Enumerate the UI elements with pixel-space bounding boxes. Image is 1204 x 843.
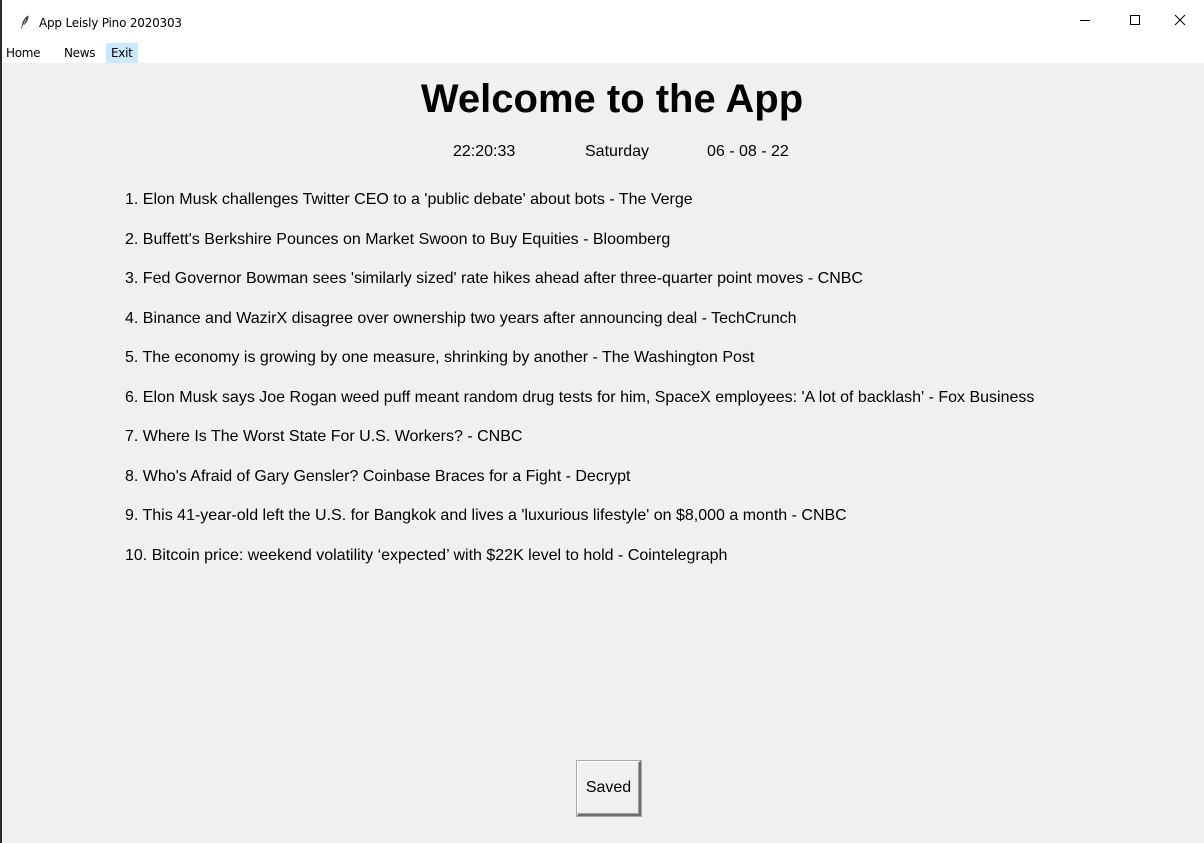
headline-item: 2. Buffett's Berkshire Pounces on Market… [125, 230, 671, 248]
headline-item: 9. This 41-year-old left the U.S. for Ba… [125, 507, 847, 524]
clock-date: 06 - 08 - 22 [707, 143, 789, 160]
headline-item: 3. Fed Governor Bowman sees 'similarly s… [125, 270, 863, 287]
minimize-icon [1079, 13, 1091, 31]
close-icon [1174, 13, 1186, 31]
maximize-icon [1129, 13, 1141, 31]
clock-day: Saturday [585, 143, 650, 160]
menu-item-home[interactable]: Home [2, 43, 44, 63]
headline-item: 6. Elon Musk says Joe Rogan weed puff me… [125, 388, 1035, 406]
page-title: Welcome to the App [420, 77, 804, 121]
menu-bar: Home News Exit [2, 43, 1204, 63]
maximize-button[interactable] [1112, 0, 1158, 44]
headline-item: 5. The economy is growing by one measure… [125, 349, 755, 366]
menu-item-news[interactable]: News [60, 43, 99, 63]
headline-list: 1. Elon Musk challenges Twitter CEO to a… [125, 190, 1034, 585]
headline-item: 7. Where Is The Worst State For U.S. Wor… [125, 428, 523, 445]
main-content: Welcome to the App 22:20:33 Saturday 06 … [2, 63, 1204, 843]
minimize-button[interactable] [1062, 0, 1108, 44]
headline-item: 8. Who's Afraid of Gary Gensler? Coinbas… [125, 467, 631, 485]
app-window: App Leisly Pino 2020303 Home News Exit W… [0, 0, 1204, 843]
clock-time: 22:20:33 [453, 143, 516, 160]
title-bar[interactable]: App Leisly Pino 2020303 [2, 0, 1204, 44]
menu-item-exit[interactable]: Exit [106, 43, 138, 63]
headline-item: 4. Binance and WazirX disagree over owne… [125, 309, 797, 327]
headline-item: 1. Elon Musk challenges Twitter CEO to a… [125, 191, 693, 208]
window-title: App Leisly Pino 2020303 [39, 16, 182, 30]
feather-icon [20, 15, 30, 29]
saved-button[interactable]: Saved [577, 761, 641, 816]
headline-item: 10. Bitcoin price: weekend volatility ‘e… [125, 546, 728, 564]
close-button[interactable] [1157, 0, 1203, 44]
